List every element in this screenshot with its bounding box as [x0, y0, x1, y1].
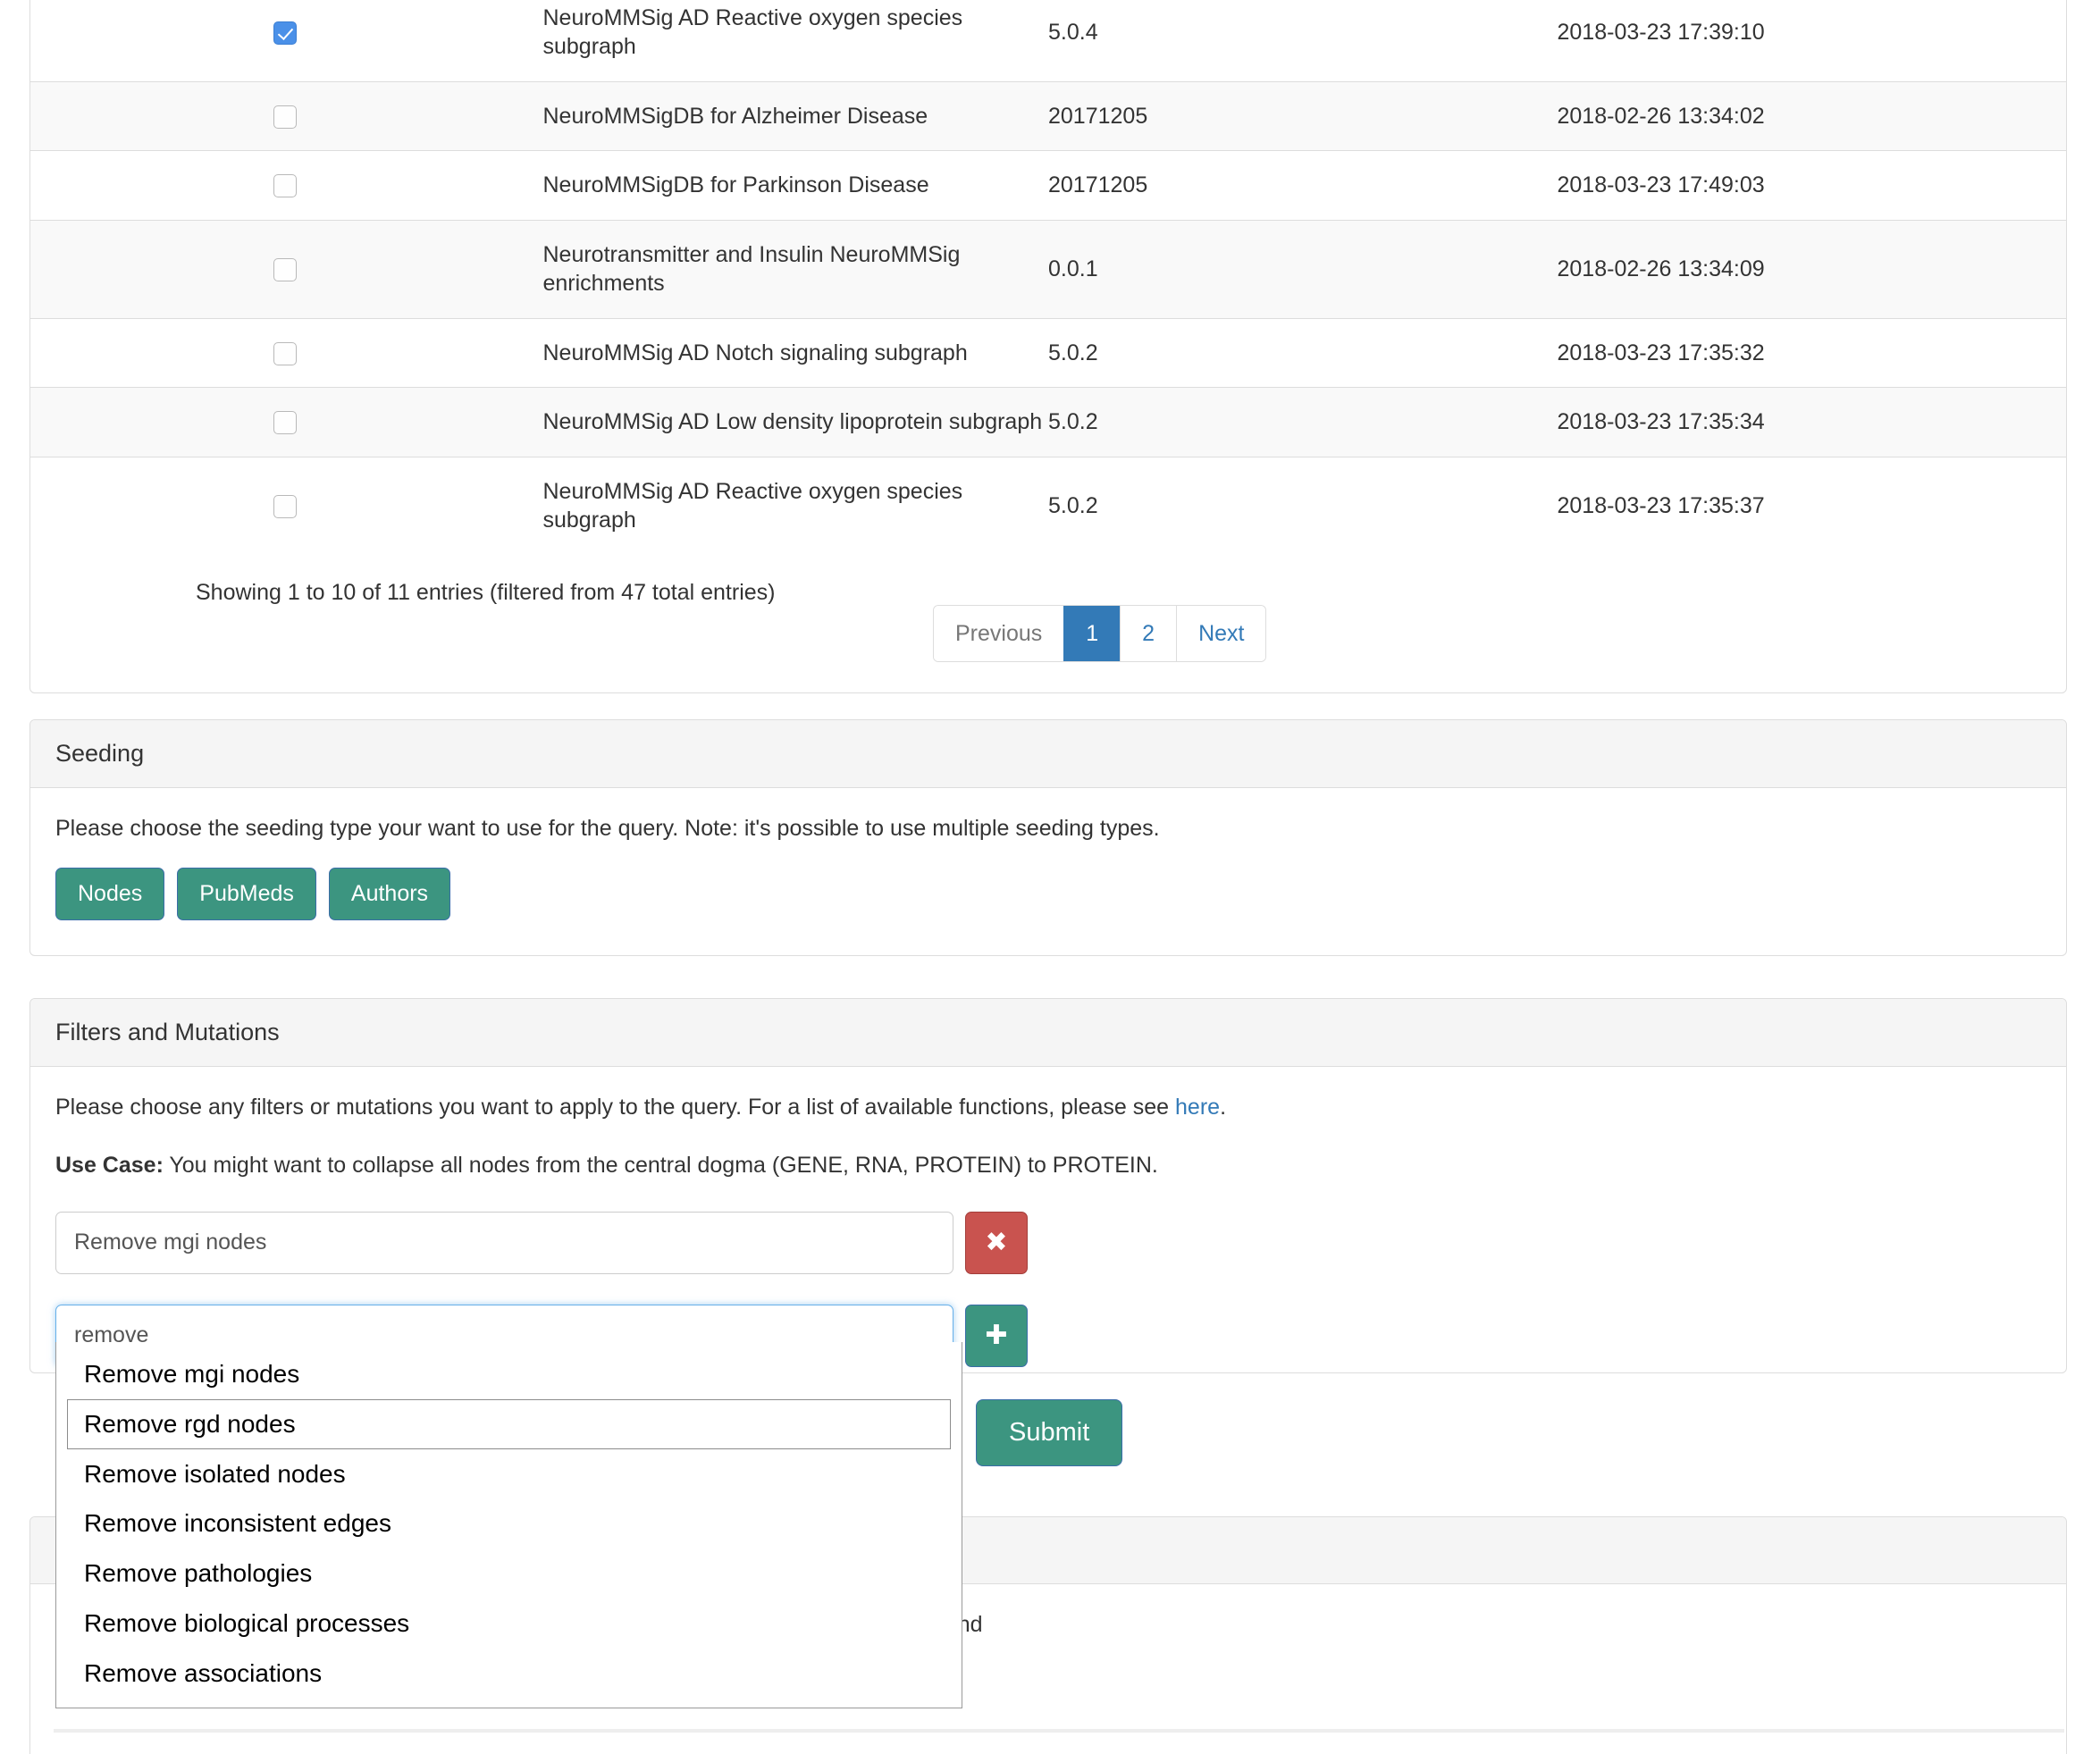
- table-row[interactable]: NeuroMMSigDB for Parkinson Disease 20171…: [30, 150, 2066, 220]
- applied-filter-row: ✖: [55, 1211, 2041, 1274]
- table-row[interactable]: NeuroMMSigDB for Alzheimer Disease 20171…: [30, 80, 2066, 151]
- network-created: 2018-02-26 13:34:09: [1557, 219, 2066, 318]
- row-select-cell[interactable]: [30, 0, 540, 81]
- dropdown-option-remove-mgi-nodes[interactable]: Remove mgi nodes: [67, 1349, 951, 1399]
- add-filter-button[interactable]: ✚: [965, 1304, 1028, 1367]
- page-root: NeuroMMSig AD Reactive oxygen species su…: [0, 0, 2100, 1754]
- network-name: NeuroMMSig AD Reactive oxygen species su…: [539, 0, 1048, 81]
- seeding-panel-body: Please choose the seeding type your want…: [30, 788, 2066, 945]
- table-row[interactable]: NeuroMMSig AD Reactive oxygen species su…: [30, 0, 2066, 81]
- row-checkbox[interactable]: [273, 21, 297, 46]
- submit-button[interactable]: Submit: [976, 1399, 1123, 1466]
- network-name: NeuroMMSig AD Notch signaling subgraph: [539, 317, 1048, 388]
- pagination-page-2[interactable]: 2: [1120, 605, 1177, 661]
- filters-description: Please choose any filters or mutations y…: [55, 1092, 2041, 1123]
- filters-functions-link[interactable]: here: [1175, 1095, 1220, 1120]
- seeding-pubmeds-button[interactable]: PubMeds: [177, 867, 316, 920]
- applied-filter-input[interactable]: [55, 1211, 953, 1274]
- dropdown-option-remove-biological-processes[interactable]: Remove biological processes: [67, 1599, 951, 1649]
- networks-table-panel: NeuroMMSig AD Reactive oxygen species su…: [29, 0, 2067, 693]
- row-checkbox[interactable]: [273, 105, 297, 129]
- table-row[interactable]: NeuroMMSig AD Notch signaling subgraph 5…: [30, 317, 2066, 388]
- table-row[interactable]: NeuroMMSig AD Reactive oxygen species su…: [30, 456, 2066, 555]
- row-checkbox[interactable]: [273, 258, 297, 282]
- row-select-cell[interactable]: [30, 150, 540, 220]
- row-select-cell[interactable]: [30, 317, 540, 388]
- dropdown-option-remove-rgd-nodes[interactable]: Remove rgd nodes: [67, 1398, 951, 1449]
- bottom-divider: [54, 1729, 2064, 1733]
- network-version: 20171205: [1048, 150, 1558, 220]
- network-version: 5.0.2: [1048, 317, 1558, 388]
- pagination[interactable]: Previous 1 2 Next: [933, 604, 1267, 662]
- seeding-nodes-button[interactable]: Nodes: [55, 867, 165, 920]
- remove-filter-button[interactable]: ✖: [965, 1211, 1028, 1274]
- row-checkbox[interactable]: [273, 341, 297, 365]
- seeding-panel: Seeding Please choose the seeding type y…: [29, 719, 2067, 956]
- seeding-authors-button[interactable]: Authors: [328, 867, 451, 920]
- network-version: 20171205: [1048, 80, 1558, 151]
- table-footer: Showing 1 to 10 of 11 entries (filtered …: [30, 555, 2066, 707]
- row-checkbox[interactable]: [273, 495, 297, 519]
- network-created: 2018-03-23 17:35:34: [1557, 387, 2066, 457]
- plus-icon: ✚: [985, 1320, 1008, 1350]
- filter-autocomplete-dropdown[interactable]: Remove mgi nodes Remove rgd nodes Remove…: [55, 1342, 962, 1708]
- dropdown-option-remove-associations[interactable]: Remove associations: [67, 1649, 951, 1699]
- table-row[interactable]: Neurotransmitter and Insulin NeuroMMSig …: [30, 219, 2066, 318]
- network-created: 2018-03-23 17:39:10: [1557, 0, 2066, 81]
- filters-usecase-label: Use Case:: [55, 1152, 164, 1178]
- seeding-title: Seeding: [55, 740, 145, 767]
- row-select-cell[interactable]: [30, 219, 540, 318]
- dropdown-option-remove-isolated-nodes[interactable]: Remove isolated nodes: [67, 1449, 951, 1499]
- table-row[interactable]: NeuroMMSig AD Low density lipoprotein su…: [30, 387, 2066, 457]
- seeding-button-row: Nodes PubMeds Authors: [55, 867, 2041, 920]
- pagination-next[interactable]: Next: [1176, 605, 1266, 661]
- network-created: 2018-02-26 13:34:02: [1557, 80, 2066, 151]
- filters-description-end: .: [1220, 1094, 1227, 1120]
- table-info-text: Showing 1 to 10 of 11 entries (filtered …: [196, 579, 776, 605]
- network-version: 5.0.2: [1048, 456, 1558, 555]
- network-name: NeuroMMSigDB for Alzheimer Disease: [539, 80, 1048, 151]
- filters-usecase: Use Case: You might want to collapse all…: [55, 1150, 2041, 1181]
- dropdown-option-remove-inconsistent-edges[interactable]: Remove inconsistent edges: [67, 1498, 951, 1548]
- network-name: Neurotransmitter and Insulin NeuroMMSig …: [539, 219, 1048, 318]
- seeding-description: Please choose the seeding type your want…: [55, 815, 1160, 841]
- filters-panel-heading: Filters and Mutations: [30, 999, 2066, 1067]
- networks-table: NeuroMMSig AD Reactive oxygen species su…: [30, 0, 2066, 555]
- filters-usecase-text: You might want to collapse all nodes fro…: [163, 1152, 1158, 1178]
- network-name: NeuroMMSigDB for Parkinson Disease: [539, 150, 1048, 220]
- row-select-cell[interactable]: [30, 456, 540, 555]
- network-created: 2018-03-23 17:35:32: [1557, 317, 2066, 388]
- row-select-cell[interactable]: [30, 80, 540, 151]
- network-created: 2018-03-23 17:49:03: [1557, 150, 2066, 220]
- filters-description-text: Please choose any filters or mutations y…: [55, 1094, 1176, 1120]
- network-name: NeuroMMSig AD Reactive oxygen species su…: [539, 456, 1048, 555]
- network-version: 5.0.4: [1048, 0, 1558, 81]
- filters-panel: Filters and Mutations Please choose any …: [29, 998, 2067, 1373]
- filters-title: Filters and Mutations: [55, 1019, 280, 1045]
- network-name: NeuroMMSig AD Low density lipoprotein su…: [539, 387, 1048, 457]
- network-version: 5.0.2: [1048, 387, 1558, 457]
- pagination-page-1[interactable]: 1: [1063, 605, 1121, 661]
- row-checkbox[interactable]: [273, 174, 297, 198]
- row-select-cell[interactable]: [30, 387, 540, 457]
- pagination-previous[interactable]: Previous: [934, 605, 1064, 661]
- dropdown-option-remove-pathologies[interactable]: Remove pathologies: [67, 1548, 951, 1599]
- network-version: 0.0.1: [1048, 219, 1558, 318]
- row-checkbox[interactable]: [273, 411, 297, 435]
- close-icon: ✖: [985, 1227, 1008, 1257]
- networks-table-body: NeuroMMSig AD Reactive oxygen species su…: [30, 0, 2066, 555]
- seeding-panel-heading: Seeding: [30, 720, 2066, 788]
- network-created: 2018-03-23 17:35:37: [1557, 456, 2066, 555]
